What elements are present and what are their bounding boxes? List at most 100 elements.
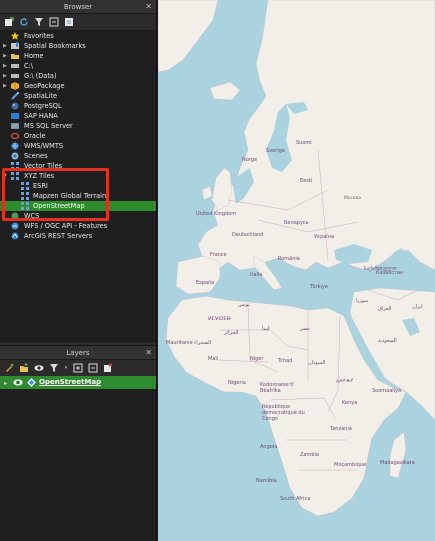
map-label-kenya: Kenya: [342, 400, 358, 406]
tree-item-spatialite[interactable]: SpatiaLite: [0, 91, 156, 101]
tree-item-openstreetmap[interactable]: OpenStreetMap: [0, 201, 156, 211]
tree-item-geopackage[interactable]: ▶ GeoPackage: [0, 81, 156, 91]
drive-icon: [11, 62, 19, 70]
collapse-all-icon[interactable]: [48, 16, 60, 28]
browser-toolbar: [0, 14, 156, 31]
tree-item-ms-sql-server[interactable]: MS SQL Server: [0, 121, 156, 131]
tree-item-wms-wmts[interactable]: WMS/WMTS: [0, 141, 156, 151]
refresh-icon[interactable]: [18, 16, 30, 28]
map-label-turkiye: Türkiye: [310, 284, 328, 290]
tree-item-vector-tiles[interactable]: Vector Tiles: [0, 161, 156, 171]
enable-properties-icon[interactable]: [63, 16, 75, 28]
expand-arrow-icon[interactable]: ▶: [3, 61, 9, 71]
map-label-espana: España: [196, 280, 215, 286]
tree-item-wcs[interactable]: WCS: [0, 211, 156, 221]
star-icon: [11, 32, 19, 40]
tree-item-scenes[interactable]: Scenes: [0, 151, 156, 161]
tree-item-home[interactable]: ▶ Home: [0, 51, 156, 61]
tree-item-mapzen-global-terrain[interactable]: Mapzen Global Terrain: [0, 191, 156, 201]
filter-legend-icon[interactable]: [48, 362, 60, 374]
layers-panel-header: Layers ✕: [0, 346, 156, 360]
layers-close-icon[interactable]: ✕: [145, 346, 152, 360]
tree-item-postgresql[interactable]: PostgreSQL: [0, 101, 156, 111]
tree-item-spatial-bookmarks[interactable]: ▶ Spatial Bookmarks: [0, 41, 156, 51]
map-label-nigeria: Nigeria: [228, 380, 246, 386]
map-label-angola: Angola: [260, 444, 278, 450]
map-label-kodorosese: Kodorosese tî Bêafrîka: [260, 382, 294, 394]
bookmark-icon: [11, 42, 19, 50]
vector-tiles-icon: [11, 162, 19, 170]
layers-panel-title: Layers: [66, 349, 90, 357]
map-label-suomi: Suomi: [296, 140, 312, 146]
map-label-kazakhstan: Казахстан: [376, 270, 404, 276]
layer-visible-eye-icon[interactable]: [13, 378, 23, 387]
add-group-icon[interactable]: [18, 362, 30, 374]
expand-arrow-icon[interactable]: ▶: [3, 81, 9, 91]
map-label-italia: Italia: [250, 272, 263, 278]
tree-item-wfs-ogc-api[interactable]: WFS / OGC API - Features: [0, 221, 156, 231]
postgresql-icon: [11, 102, 19, 110]
map-label-mauritanie: Mauritanie: [166, 340, 193, 346]
visibility-eye-icon[interactable]: [33, 362, 45, 374]
mssql-icon: [11, 122, 19, 130]
style-brush-icon[interactable]: [3, 362, 15, 374]
remove-layer-icon[interactable]: [102, 362, 114, 374]
expand-arrow-icon[interactable]: ▸: [4, 380, 7, 387]
tree-item-g-drive[interactable]: ▶ G:\ (Data): [0, 71, 156, 81]
wcs-icon: [11, 212, 19, 220]
tile-grid-icon: [21, 182, 29, 190]
tree-item-favorites[interactable]: Favorites: [0, 31, 156, 41]
map-label-sahara: الصحراء: [194, 340, 211, 346]
oracle-icon: [10, 132, 20, 140]
tile-grid-icon: [21, 202, 29, 210]
expand-arrow-icon[interactable]: ▶: [3, 41, 9, 51]
tree-item-xyz-tiles[interactable]: ▼ XYZ Tiles: [0, 171, 156, 181]
map-label-morocco: ⵍⵎⵖⵔⵉⴱ: [208, 316, 231, 322]
browser-panel-header: Browser ✕: [0, 0, 156, 14]
tree-item-c-drive[interactable]: ▶ C:\: [0, 61, 156, 71]
map-label-iran: ایران: [412, 304, 423, 310]
map-label-south-africa: South Africa: [280, 496, 311, 502]
map-canvas[interactable]: Norge Sverige Suomi Eesti United Kingdom…: [158, 0, 435, 541]
map-label-libya: ليبيا: [262, 326, 270, 332]
xyz-tiles-icon: [11, 172, 19, 180]
tree-item-sap-hana[interactable]: SAP HANA: [0, 111, 156, 121]
left-dock: Browser ✕ Favorites ▶ Spatial Bookmarks: [0, 0, 157, 541]
filter-dropdown-icon[interactable]: ▾: [63, 362, 69, 374]
map-label-ukraine: Україна: [314, 234, 335, 240]
map-label-namibia: Namibia: [256, 478, 277, 484]
expand-all-icon[interactable]: [72, 362, 84, 374]
map-label-norge: Norge: [242, 157, 258, 163]
map-label-sudan: السودان: [308, 360, 326, 366]
map-label-ethiopia: ኢትዮጵያ: [336, 378, 354, 384]
tree-item-oracle[interactable]: Oracle: [0, 131, 156, 141]
add-selected-layers-icon[interactable]: [3, 16, 15, 28]
filter-icon[interactable]: [33, 16, 45, 28]
expand-arrow-icon[interactable]: ▶: [3, 51, 9, 61]
map-label-niger: Niger: [250, 356, 264, 362]
tree-item-esri[interactable]: ESRI: [0, 181, 156, 191]
wms-icon: [11, 142, 19, 150]
layer-item-openstreetmap[interactable]: ▸ OpenStreetMap: [0, 376, 156, 389]
browser-close-icon[interactable]: ✕: [145, 0, 152, 14]
collapse-arrow-icon[interactable]: ▼: [3, 171, 9, 181]
map-label-romania: România: [278, 256, 300, 262]
map-label-france: France: [210, 252, 227, 258]
tile-grid-icon: [21, 192, 29, 200]
browser-tree: Favorites ▶ Spatial Bookmarks ▶ Home ▶ C…: [0, 31, 156, 341]
map-label-moscow: Москва: [344, 196, 361, 201]
map-label-iraq: العراق: [378, 306, 392, 312]
tree-item-arcgis-rest-servers[interactable]: ArcGIS REST Servers: [0, 231, 156, 241]
saphana-icon: [11, 112, 19, 120]
layers-toolbar: ▾: [0, 360, 156, 377]
drive-icon: [11, 72, 19, 80]
map-label-algeria: الجزائر: [224, 330, 239, 336]
scenes-icon: [11, 152, 19, 160]
folder-icon: [11, 52, 19, 60]
expand-arrow-icon[interactable]: ▶: [3, 71, 9, 81]
raster-tile-icon: [27, 378, 36, 387]
collapse-all-icon[interactable]: [87, 362, 99, 374]
map-label-somalia: Soomaaliya: [372, 388, 402, 394]
map-label-egypt: مصر: [300, 326, 310, 332]
map-label-tanzania: Tanzania: [330, 426, 352, 432]
